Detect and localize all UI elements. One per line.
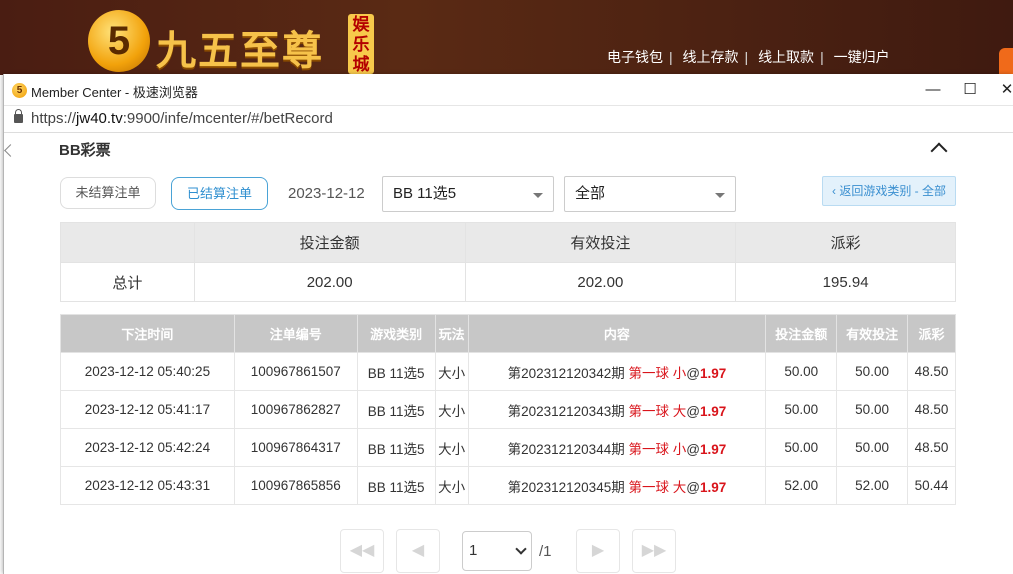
table-row: 2023-12-12 05:41:17 100967862827 BB 11选5… — [60, 390, 956, 429]
window-title: Member Center - 极速浏览器 — [31, 85, 198, 100]
summary-header: 派彩 — [735, 222, 956, 263]
col-header-amount: 投注金额 — [765, 314, 838, 353]
section-title: BB彩票 — [59, 142, 111, 159]
summary-header — [60, 222, 195, 263]
scroll-up-icon[interactable] — [4, 134, 18, 574]
link-withdraw[interactable]: 线上取款 — [758, 49, 814, 65]
next-page-button[interactable]: ▶ — [576, 529, 620, 573]
date-picker[interactable]: 2023-12-12 — [288, 185, 365, 202]
close-button[interactable]: ✕ — [992, 78, 1013, 102]
site-header: 5 九五至尊 娱乐城 电子钱包 | 线上存款 | 线上取款 | 一键归户 — [0, 0, 1013, 75]
url-text[interactable]: https://jw40.tv:9900/infe/mcenter/#/betR… — [31, 110, 333, 127]
minimize-button[interactable]: — — [918, 78, 948, 102]
page-total: /1 — [539, 543, 552, 560]
col-header-time: 下注时间 — [60, 314, 235, 353]
summary-valid-bet: 202.00 — [464, 262, 737, 302]
col-header-play: 玩法 — [434, 314, 469, 353]
address-bar[interactable]: https://jw40.tv:9900/infe/mcenter/#/betR… — [4, 106, 1013, 133]
chevron-down-icon — [515, 543, 527, 555]
title-bar: 5 Member Center - 极速浏览器 — ☐ ✕ — [4, 74, 1013, 106]
logo-title: 九五至尊 — [156, 27, 324, 74]
summary-label: 总计 — [60, 262, 195, 302]
link-consolidate[interactable]: 一键归户 — [834, 49, 890, 65]
filter-row: 未结算注单 已结算注单 2023-12-12 BB 11选5 全部 ‹ 返回游戏… — [60, 175, 960, 212]
last-page-button[interactable]: ▶▶ — [632, 529, 676, 573]
link-wallet[interactable]: 电子钱包 — [607, 49, 663, 65]
game-select[interactable]: BB 11选5 — [382, 176, 554, 212]
table-row: 2023-12-12 05:43:31 100967865856 BB 11选5… — [60, 466, 956, 505]
back-to-categories-button[interactable]: ‹ 返回游戏类别 - 全部 — [822, 176, 956, 206]
chevron-up-icon[interactable] — [931, 140, 945, 154]
summary-bet-amount: 202.00 — [193, 262, 466, 302]
maximize-button[interactable]: ☐ — [955, 78, 985, 102]
link-deposit[interactable]: 线上存款 — [683, 49, 739, 65]
unsettled-bets-button[interactable]: 未结算注单 — [60, 177, 156, 209]
col-header-id: 注单编号 — [233, 314, 358, 353]
logo-icon: 5 — [88, 10, 150, 72]
page-select[interactable]: 1 — [462, 531, 532, 571]
summary-payout: 195.94 — [735, 262, 956, 302]
first-page-button[interactable]: ◀◀ — [340, 529, 384, 573]
records-table: 下注时间 注单编号 游戏类别 玩法 内容 投注金额 有效投注 派彩 2023-1… — [60, 314, 956, 505]
col-header-game: 游戏类别 — [356, 314, 436, 353]
col-header-content: 内容 — [467, 314, 767, 353]
browser-window: 5 Member Center - 极速浏览器 — ☐ ✕ https://jw… — [3, 74, 1013, 574]
caret-down-icon — [715, 193, 725, 198]
summary-header: 有效投注 — [464, 222, 737, 263]
top-links: 电子钱包 | 线上存款 | 线上取款 | 一键归户 — [607, 49, 890, 65]
summary-table: 投注金额 有效投注 派彩 总计 202.00 202.00 195.94 — [60, 222, 956, 302]
lock-icon — [14, 109, 23, 123]
page-content: BB彩票 未结算注单 已结算注单 2023-12-12 BB 11选5 全部 ‹… — [4, 134, 1013, 574]
table-row: 2023-12-12 05:40:25 100967861507 BB 11选5… — [60, 352, 956, 391]
col-header-valid: 有效投注 — [836, 314, 908, 353]
caret-down-icon — [533, 193, 543, 198]
col-header-payout: 派彩 — [907, 314, 956, 353]
browser-logo-icon: 5 — [12, 83, 27, 98]
table-row: 2023-12-12 05:42:24 100967864317 BB 11选5… — [60, 428, 956, 467]
side-tab[interactable] — [999, 48, 1013, 75]
type-select[interactable]: 全部 — [564, 176, 736, 212]
prev-page-button[interactable]: ◀ — [396, 529, 440, 573]
settled-bets-button[interactable]: 已结算注单 — [171, 177, 268, 210]
summary-header: 投注金额 — [193, 222, 466, 263]
logo-badge: 娱乐城 — [348, 14, 374, 74]
